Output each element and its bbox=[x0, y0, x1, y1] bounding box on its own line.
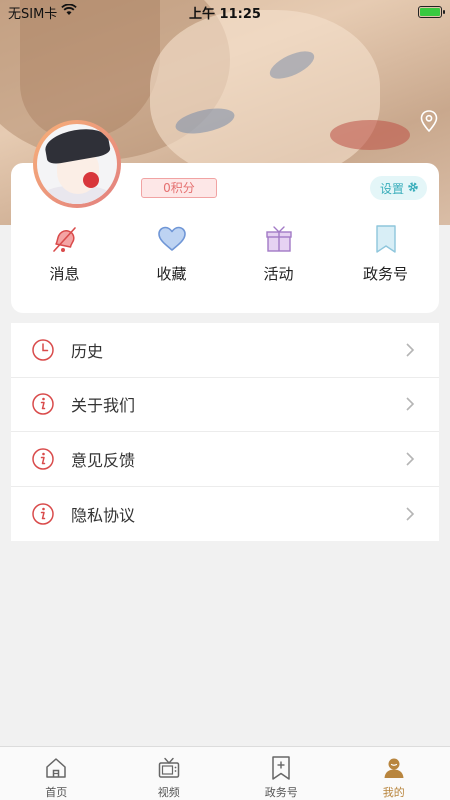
wifi-icon bbox=[61, 3, 78, 20]
clock-icon bbox=[31, 338, 55, 362]
menu-item-label: 关于我们 bbox=[71, 396, 136, 416]
home-icon bbox=[44, 755, 68, 781]
settings-label: 设置 bbox=[379, 181, 404, 196]
quick-action-gov-accounts[interactable]: 政务号 bbox=[332, 223, 439, 293]
bell-muted-icon bbox=[50, 223, 80, 255]
chevron-right-icon bbox=[405, 343, 417, 357]
carrier-text: 无SIM卡 bbox=[8, 6, 58, 22]
status-bar: 无SIM卡 上午 11:25 bbox=[0, 0, 450, 24]
location-pin-icon[interactable] bbox=[418, 109, 440, 137]
info-icon bbox=[31, 392, 55, 416]
info-icon bbox=[31, 502, 55, 526]
menu-item-history[interactable]: 历史 bbox=[11, 323, 439, 378]
info-icon bbox=[31, 447, 55, 471]
quick-action-activities[interactable]: 活动 bbox=[225, 223, 332, 293]
avatar[interactable] bbox=[33, 120, 121, 208]
quick-action-messages[interactable]: 消息 bbox=[11, 223, 118, 293]
tab-video[interactable]: 视频 bbox=[113, 747, 226, 800]
battery-icon bbox=[418, 6, 445, 18]
quick-action-label: 消息 bbox=[49, 265, 80, 283]
tab-gov-accounts[interactable]: 政务号 bbox=[225, 747, 338, 800]
menu-item-label: 隐私协议 bbox=[71, 505, 136, 525]
tv-icon bbox=[157, 755, 181, 781]
chevron-right-icon bbox=[405, 452, 417, 466]
menu-item-about-us[interactable]: 关于我们 bbox=[11, 378, 439, 432]
tab-label: 首页 bbox=[45, 786, 68, 799]
quick-actions: 消息 收藏 活动 政务号 bbox=[11, 223, 439, 293]
quick-action-label: 收藏 bbox=[156, 265, 187, 283]
chevron-right-icon bbox=[405, 507, 417, 521]
points-badge[interactable]: 0积分 bbox=[141, 178, 217, 198]
tab-label: 视频 bbox=[157, 786, 180, 799]
avatar-image bbox=[37, 124, 117, 204]
menu-item-privacy[interactable]: 隐私协议 bbox=[11, 487, 439, 542]
heart-icon bbox=[156, 223, 188, 255]
quick-action-label: 活动 bbox=[263, 265, 294, 283]
tab-label: 政务号 bbox=[264, 786, 298, 799]
gift-icon bbox=[264, 223, 294, 255]
bookmark-icon bbox=[373, 223, 399, 255]
menu-item-label: 历史 bbox=[71, 341, 104, 361]
tab-label: 我的 bbox=[382, 786, 405, 799]
tab-mine[interactable]: 我的 bbox=[338, 747, 450, 800]
tab-home[interactable]: 首页 bbox=[0, 747, 113, 800]
bookmark-plus-icon bbox=[270, 755, 292, 781]
chevron-right-icon bbox=[405, 397, 417, 411]
menu-item-feedback[interactable]: 意见反馈 bbox=[11, 432, 439, 487]
bottom-tab-bar: 首页 视频 政务号 我的 bbox=[0, 746, 450, 800]
settings-menu: 历史 关于我们 意见反馈 隐私协议 bbox=[11, 323, 439, 541]
quick-action-label: 政务号 bbox=[362, 265, 408, 283]
user-icon bbox=[382, 755, 406, 781]
menu-item-label: 意见反馈 bbox=[71, 450, 136, 470]
settings-button[interactable]: 设置 bbox=[369, 176, 427, 200]
quick-action-favorites[interactable]: 收藏 bbox=[118, 223, 225, 293]
gear-icon bbox=[407, 181, 419, 196]
